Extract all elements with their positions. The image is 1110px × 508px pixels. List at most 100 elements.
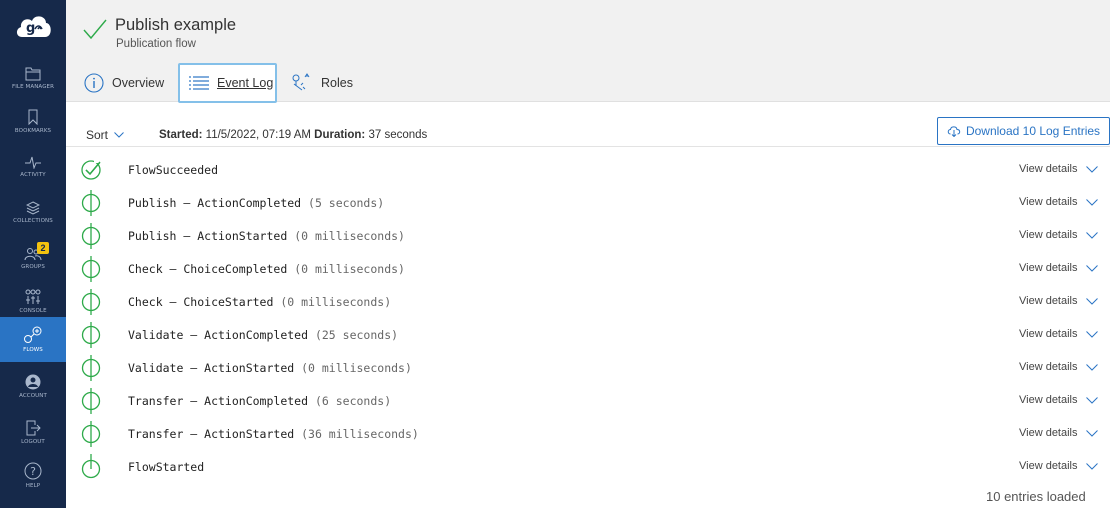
sort-dropdown[interactable]: Sort <box>86 128 124 142</box>
log-entry-row: Check – ChoiceStarted (0 milliseconds) Vi… <box>66 285 1110 318</box>
list-icon <box>189 76 209 90</box>
chevron-down-icon <box>1085 363 1098 371</box>
view-details-label: View details <box>1019 295 1078 307</box>
chevron-down-icon <box>1085 396 1098 404</box>
console-icon <box>25 289 41 305</box>
tab-roles[interactable]: Roles <box>291 64 353 102</box>
view-details-button[interactable]: View details <box>1019 361 1098 373</box>
log-event-duration: (36 milliseconds) <box>301 427 419 441</box>
sidebar-item-label: FILE MANAGER <box>11 84 55 90</box>
download-button-label: Download 10 Log Entries <box>965 124 1101 138</box>
log-entry-text: FlowSucceeded <box>128 163 218 177</box>
log-entry-row: Transfer – ActionCompleted (6 seconds) Vi… <box>66 384 1110 417</box>
view-details-label: View details <box>1019 361 1078 373</box>
flow-step-icon <box>80 388 102 414</box>
tab-event-log[interactable]: Event Log <box>178 63 277 103</box>
sidebar-item-collections[interactable]: COLLECTIONS <box>0 190 66 235</box>
sidebar-item-label: HELP <box>25 483 41 489</box>
sidebar-item-activity[interactable]: ACTIVITY <box>0 144 66 189</box>
log-event-name: Validate – ActionCompleted <box>128 328 309 342</box>
log-event-name: FlowSucceeded <box>128 163 219 177</box>
view-details-label: View details <box>1019 229 1078 241</box>
success-check-icon <box>82 16 108 47</box>
sidebar-item-file-manager[interactable]: FILE MANAGER <box>0 55 66 100</box>
flow-step-icon <box>80 355 102 381</box>
view-details-button[interactable]: View details <box>1019 394 1098 406</box>
page-subtitle: Publication flow <box>116 38 196 50</box>
help-icon: ? <box>24 462 42 480</box>
log-event-duration: (6 seconds) <box>314 394 392 408</box>
started-value: 11/5/2022, 07:19 AM <box>205 129 311 141</box>
sidebar-item-help[interactable]: ? HELP <box>0 453 66 498</box>
view-details-label: View details <box>1019 196 1078 208</box>
duration-value: 37 seconds <box>368 129 428 141</box>
flow-succeeded-icon <box>80 157 102 183</box>
sidebar-item-label: BOOKMARKS <box>14 128 52 134</box>
chevron-down-icon <box>1085 264 1098 272</box>
tab-overview-label: Overview <box>112 76 165 90</box>
chevron-down-icon <box>114 132 124 138</box>
chevron-down-icon <box>1085 297 1098 305</box>
log-entry-row: Validate – ActionStarted (0 milliseconds… <box>66 351 1110 384</box>
entries-loaded-status: 10 entries loaded <box>986 489 1086 504</box>
view-details-button[interactable]: View details <box>1019 163 1098 175</box>
chevron-down-icon <box>1085 231 1098 239</box>
log-event-name: Transfer – ActionCompleted <box>128 394 309 408</box>
tab-overview[interactable]: Overview <box>84 64 164 102</box>
log-entry-text: Transfer – ActionCompleted (6 seconds) <box>128 394 391 408</box>
sidebar-item-flows[interactable]: FLOWS <box>0 317 66 362</box>
run-summary: Started: 11/5/2022, 07:19 AM Duration: 3… <box>159 129 427 141</box>
sidebar-item-bookmarks[interactable]: BOOKMARKS <box>0 99 66 144</box>
log-entry-text: Validate – ActionStarted (0 milliseconds… <box>128 361 412 375</box>
log-event-name: Check – ChoiceStarted <box>128 295 274 309</box>
flow-step-icon <box>80 190 102 216</box>
view-details-label: View details <box>1019 262 1078 274</box>
log-event-name: Check – ChoiceCompleted <box>128 262 288 276</box>
chevron-down-icon <box>1085 165 1098 173</box>
activity-icon <box>25 155 41 169</box>
view-details-label: View details <box>1019 394 1078 406</box>
log-entry-row: Check – ChoiceCompleted (0 milliseconds)… <box>66 252 1110 285</box>
log-event-duration: (0 milliseconds) <box>301 361 412 375</box>
view-details-button[interactable]: View details <box>1019 328 1098 340</box>
tab-roles-label: Roles <box>321 76 353 90</box>
flows-icon <box>23 326 43 344</box>
view-details-label: View details <box>1019 328 1078 340</box>
svg-text:?: ? <box>30 465 36 478</box>
view-details-button[interactable]: View details <box>1019 229 1098 241</box>
flow-step-icon <box>80 223 102 249</box>
globus-logo[interactable]: g <box>0 0 66 54</box>
log-entry-text: Transfer – ActionStarted (36 millisecond… <box>128 427 419 441</box>
page-title: Publish example <box>115 16 237 34</box>
sidebar-item-label: ACCOUNT <box>19 393 47 399</box>
log-event-duration: (0 milliseconds) <box>294 229 405 243</box>
duration-label: Duration: <box>314 129 366 141</box>
svg-text:g: g <box>26 21 35 36</box>
sidebar-item-logout[interactable]: LOGOUT <box>0 410 66 455</box>
view-details-button[interactable]: View details <box>1019 295 1098 307</box>
view-details-button[interactable]: View details <box>1019 427 1098 439</box>
log-entry-row: FlowSucceeded View details <box>66 153 1110 186</box>
log-event-duration: (25 seconds) <box>314 328 399 342</box>
view-details-button[interactable]: View details <box>1019 262 1098 274</box>
download-log-button[interactable]: Download 10 Log Entries <box>937 117 1110 145</box>
log-entry-text: Publish – ActionStarted (0 milliseconds) <box>128 229 405 243</box>
cloud-download-icon <box>947 126 961 137</box>
sidebar-item-account[interactable]: ACCOUNT <box>0 364 66 409</box>
flow-step-icon <box>80 322 102 348</box>
log-entry-text: Check – ChoiceCompleted (0 milliseconds) <box>128 262 405 276</box>
bookmark-icon <box>28 109 38 125</box>
sort-label: Sort <box>86 128 109 142</box>
roles-icon <box>291 73 313 93</box>
sidebar-item-groups[interactable]: 2 GROUPS <box>0 236 66 281</box>
log-entry-row: Publish – ActionStarted (0 milliseconds)… <box>66 219 1110 252</box>
folder-icon <box>25 65 41 81</box>
chevron-down-icon <box>1085 330 1098 338</box>
sidebar-item-label: CONSOLE <box>19 308 47 314</box>
sidebar-item-label: LOGOUT <box>21 439 45 445</box>
log-entry-text: Validate – ActionCompleted (25 seconds) <box>128 328 398 342</box>
flow-step-icon <box>80 421 102 447</box>
started-label: Started: <box>159 129 203 141</box>
view-details-button[interactable]: View details <box>1019 196 1098 208</box>
view-details-button[interactable]: View details <box>1019 460 1098 472</box>
